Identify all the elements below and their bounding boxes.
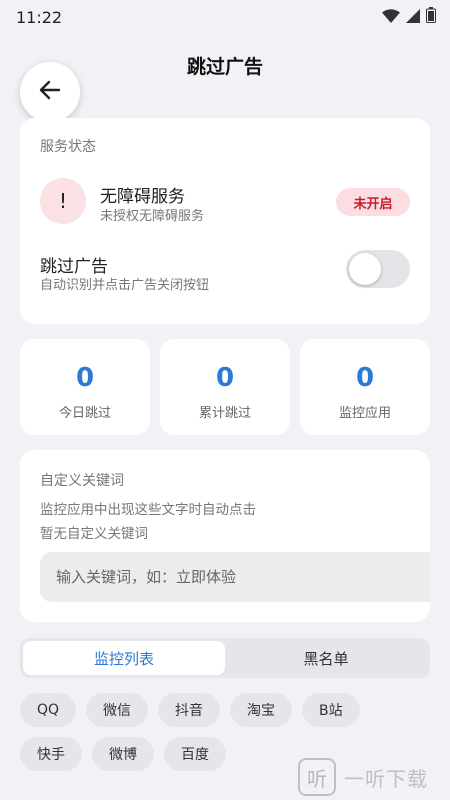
status-bar: 11:22: [0, 0, 450, 34]
stat-apps-card: 0 监控应用: [300, 339, 430, 435]
app-chip-baidu[interactable]: 百度: [164, 737, 226, 771]
stat-total-label: 累计跳过: [198, 406, 251, 421]
keyword-section-label: 自定义关键词: [40, 473, 124, 489]
stat-today-label: 今日跳过: [58, 406, 111, 421]
tab-monitor-list[interactable]: 监控列表: [23, 641, 225, 675]
keyword-description: 监控应用中出现这些文字时自动点击: [40, 502, 256, 518]
watermark: 听 一听下载: [298, 754, 450, 800]
arrow-left-icon: [37, 77, 63, 107]
watermark-text: 一听下载: [344, 766, 428, 791]
warning-icon: !: [40, 178, 86, 224]
service-status-label: 服务状态: [40, 139, 96, 155]
skip-ads-toggle[interactable]: [346, 250, 410, 288]
status-icons: [382, 7, 436, 27]
app-chip-taobao[interactable]: 淘宝: [230, 693, 293, 727]
app-chip-kuaishou[interactable]: 快手: [20, 737, 82, 771]
back-button[interactable]: [20, 62, 80, 122]
stat-apps-value: 0: [355, 363, 375, 393]
keyword-empty-text: 暂无自定义关键词: [40, 526, 148, 542]
keyword-input[interactable]: [40, 552, 430, 602]
skip-ads-subtitle: 自动识别并点击广告关闭按钮: [40, 278, 210, 293]
stat-total-value: 0: [215, 363, 235, 393]
status-badge[interactable]: 未开启: [336, 188, 410, 216]
toggle-knob: [349, 253, 381, 285]
stat-today-value: 0: [75, 363, 95, 393]
app-chip-bilibili[interactable]: B站: [302, 693, 360, 727]
list-tabs: 监控列表 黑名单: [20, 638, 430, 678]
watermark-logo-icon: 听: [298, 758, 336, 796]
app-chip-weibo[interactable]: 微博: [92, 737, 154, 771]
stat-apps-label: 监控应用: [338, 406, 391, 421]
app-chip-douyin[interactable]: 抖音: [158, 693, 221, 727]
wifi-icon: [382, 8, 400, 27]
tab-blacklist[interactable]: 黑名单: [225, 641, 427, 675]
signal-icon: [406, 8, 420, 27]
app-chip-qq[interactable]: QQ: [20, 693, 77, 727]
app-chip-wechat[interactable]: 微信: [86, 693, 149, 727]
accessibility-title: 无障碍服务: [100, 187, 185, 207]
status-time: 11:22: [16, 7, 63, 27]
stat-total-card: 0 累计跳过: [160, 339, 290, 435]
battery-icon: [426, 7, 436, 27]
accessibility-subtitle: 未授权无障碍服务: [100, 209, 205, 224]
service-status-card: 服务状态 ! 无障碍服务 未授权无障碍服务 未开启 跳过广告 自动识别并点击广告…: [20, 118, 430, 324]
custom-keyword-card: 自定义关键词 监控应用中出现这些文字时自动点击 暂无自定义关键词: [20, 450, 430, 622]
stat-today-card: 0 今日跳过: [20, 339, 150, 435]
